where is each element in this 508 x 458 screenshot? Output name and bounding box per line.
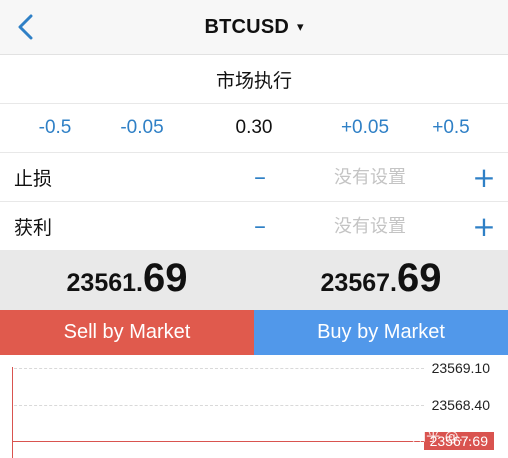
stop-loss-label: 止损 — [14, 167, 53, 190]
take-profit-input[interactable] — [290, 202, 450, 250]
symbol-name: BTCUSD — [204, 15, 289, 38]
bid-price-pips: 69 — [142, 256, 188, 300]
ask-price-main: 23567. — [320, 269, 397, 297]
volume-minus-large-button[interactable]: -0.5 — [20, 104, 90, 152]
stop-loss-input[interactable] — [290, 153, 450, 201]
quote-panel: 23561. 69 23567. 69 — [0, 250, 508, 310]
bid-price: 23561. 69 — [0, 250, 254, 310]
stop-loss-decrease-button[interactable]: – — [244, 153, 276, 201]
price-level-label: 23569.10 — [431, 360, 490, 376]
volume-plus-large-button[interactable]: +0.5 — [418, 104, 484, 152]
current-price-line — [12, 441, 424, 442]
stop-loss-increase-button[interactable]: + — [466, 153, 502, 201]
price-level-label: 23568.40 — [431, 397, 490, 413]
order-buttons: Sell by Market Buy by Market — [0, 310, 508, 355]
tick-chart: 23569.10 23568.40 23567.69 知乎 @... — [0, 355, 508, 458]
grid-line — [14, 368, 424, 369]
volume-plus-small-button[interactable]: +0.05 — [328, 104, 402, 152]
take-profit-increase-button[interactable]: + — [466, 202, 502, 250]
price-spike-line — [12, 367, 13, 458]
execution-mode[interactable]: 市场执行 — [0, 55, 508, 104]
buy-by-market-button[interactable]: Buy by Market — [254, 310, 508, 355]
volume-value[interactable]: 0.30 — [214, 104, 294, 152]
bid-price-main: 23561. — [66, 269, 143, 297]
take-profit-decrease-button[interactable]: – — [244, 202, 276, 250]
take-profit-row: 获利 – + — [0, 202, 508, 251]
navigation-bar: BTCUSD ▾ — [0, 0, 508, 55]
volume-minus-small-button[interactable]: -0.05 — [106, 104, 178, 152]
stop-loss-row: 止损 – + — [0, 153, 508, 202]
symbol-selector[interactable]: BTCUSD ▾ — [0, 0, 508, 54]
volume-row: -0.5 -0.05 0.30 +0.05 +0.5 — [0, 104, 508, 153]
ask-price-pips: 69 — [396, 256, 442, 300]
sell-by-market-button[interactable]: Sell by Market — [0, 310, 254, 355]
take-profit-label: 获利 — [14, 216, 53, 239]
watermark-text: 知乎 @... — [412, 429, 472, 445]
ask-price: 23567. 69 — [254, 250, 508, 310]
grid-line — [14, 405, 424, 406]
caret-down-icon: ▾ — [297, 19, 304, 35]
